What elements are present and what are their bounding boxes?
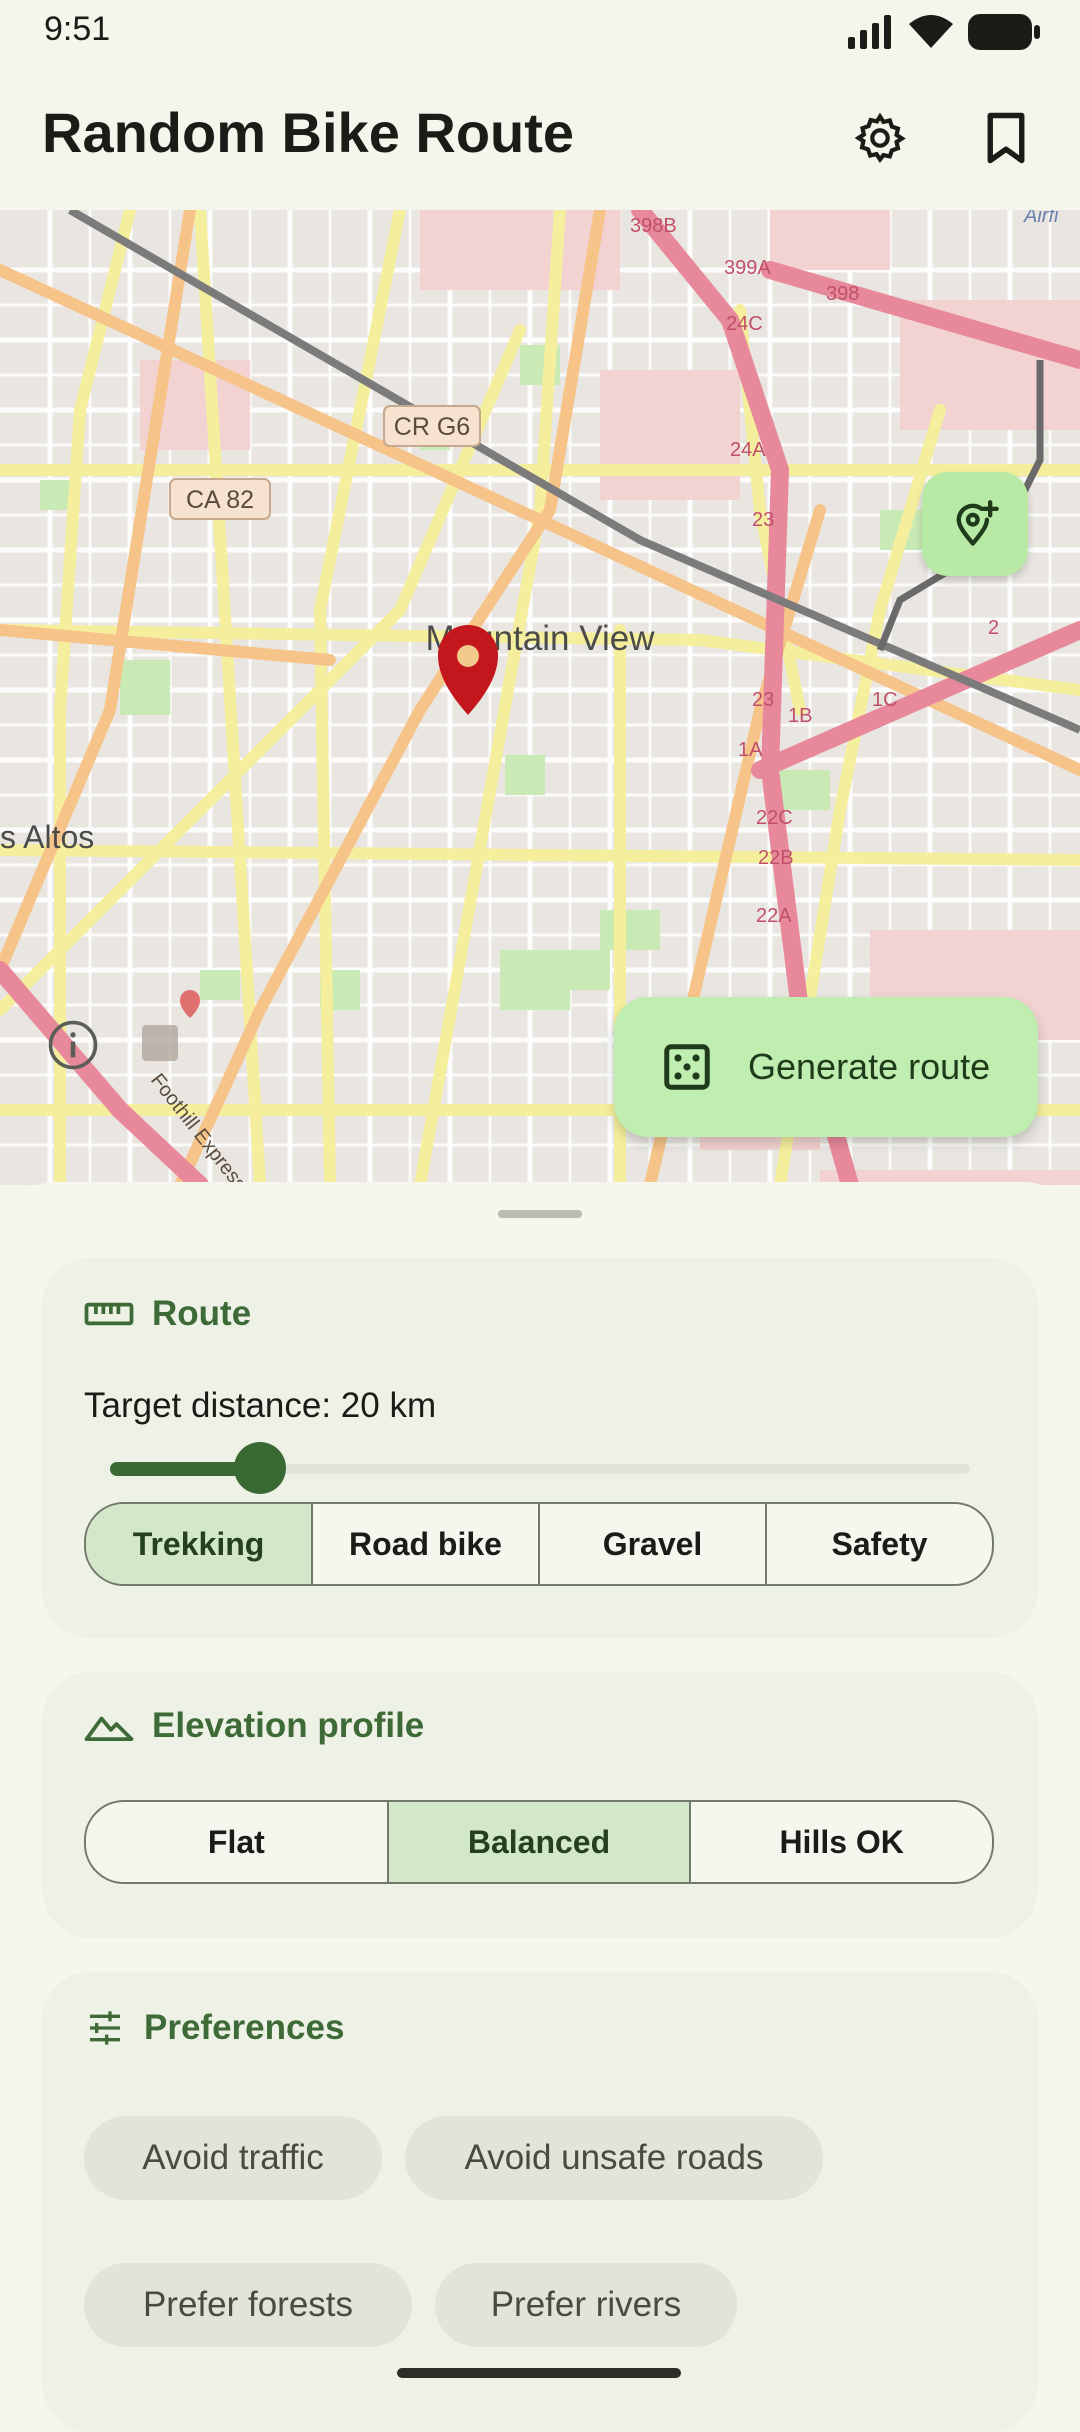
route-title: Route <box>152 1294 252 1333</box>
chip-avoid-unsafe-roads[interactable]: Avoid unsafe roads <box>405 2116 823 2200</box>
elevation-title: Elevation profile <box>152 1706 425 1745</box>
bike-type-trekking[interactable]: Trekking <box>86 1504 313 1584</box>
bike-type-selector: Trekking Road bike Gravel Safety <box>84 1502 994 1586</box>
generate-route-button[interactable]: Generate route <box>614 997 1038 1137</box>
map-label-398b: 398B <box>630 215 677 237</box>
map-label-398: 398 <box>826 283 859 305</box>
add-location-icon <box>956 500 999 546</box>
status-bar: 9:51 <box>0 0 1080 62</box>
map-marker-icon <box>142 1025 178 1061</box>
map-attribution-button[interactable] <box>46 1018 100 1072</box>
bookmark-icon <box>987 112 1025 164</box>
preferences-card-header: Preferences <box>84 2008 344 2048</box>
map-label-23a: 23 <box>752 509 774 531</box>
status-time: 9:51 <box>44 10 111 48</box>
generate-route-label: Generate route <box>748 1046 991 1087</box>
map-view[interactable]: CR G6 CA 82 Mountain View s Altos 398B 3… <box>0 210 1080 1185</box>
map-label-1a: 1A <box>738 739 763 761</box>
elevation-selector: Flat Balanced Hills OK <box>84 1800 994 1884</box>
tune-icon <box>90 2011 120 2045</box>
app-title: Random Bike Route <box>42 101 575 164</box>
chip-prefer-rivers[interactable]: Prefer rivers <box>435 2263 737 2347</box>
dice-icon <box>664 1044 710 1090</box>
preferences-title: Preferences <box>144 2008 345 2047</box>
wifi-icon <box>909 15 953 48</box>
map-label-22c: 22C <box>756 807 793 829</box>
map-label-24c: 24C <box>726 313 763 335</box>
preferences-card: Preferences Avoid traffic Avoid unsafe r… <box>42 1972 1038 2432</box>
terrain-icon <box>84 1716 134 1741</box>
map-label-24a: 24A <box>730 439 766 461</box>
target-distance-label: Target distance: 20 km <box>84 1386 437 1425</box>
map-label-22a: 22A <box>756 905 792 927</box>
app-bar: Random Bike Route <box>0 62 1080 210</box>
gesture-navigation-bar[interactable] <box>397 2368 681 2378</box>
bike-type-road-bike[interactable]: Road bike <box>313 1504 540 1584</box>
status-icons <box>846 12 1040 52</box>
bottom-sheet: Route Target distance: 20 km Trekking Ro… <box>0 1182 1080 2432</box>
map-label-2: 2 <box>988 617 999 639</box>
ruler-icon <box>84 1302 134 1326</box>
elevation-card-header: Elevation profile <box>84 1706 424 1746</box>
chip-avoid-traffic[interactable]: Avoid traffic <box>84 2116 382 2200</box>
gear-icon <box>854 112 906 164</box>
info-icon <box>48 1020 98 1070</box>
settings-button[interactable] <box>842 100 918 176</box>
map-label-22b: 22B <box>758 847 794 869</box>
slider-fill <box>110 1462 248 1476</box>
route-card-header: Route <box>84 1294 251 1334</box>
map-label-los-altos: s Altos <box>0 819 94 855</box>
bookmark-button[interactable] <box>968 100 1044 176</box>
map-label-ca-82: CA 82 <box>186 486 254 514</box>
elevation-balanced[interactable]: Balanced <box>388 1802 692 1882</box>
battery-icon <box>968 14 1040 50</box>
map-label-cr-g6: CR G6 <box>394 413 470 441</box>
bike-type-gravel[interactable]: Gravel <box>540 1504 767 1584</box>
drag-handle[interactable] <box>498 1210 582 1218</box>
map-label-airfield: Airfi <box>1023 210 1059 227</box>
route-card: Route Target distance: 20 km Trekking Ro… <box>42 1258 1038 1638</box>
elevation-hills-ok[interactable]: Hills OK <box>691 1802 992 1882</box>
map-label-1b: 1B <box>788 705 812 727</box>
chip-prefer-forests[interactable]: Prefer forests <box>84 2263 412 2347</box>
signal-icon <box>848 15 891 49</box>
elevation-flat[interactable]: Flat <box>86 1802 389 1882</box>
bike-type-safety[interactable]: Safety <box>767 1504 992 1584</box>
map-label-1c: 1C <box>872 689 898 711</box>
elevation-card: Elevation profile Flat Balanced Hills OK <box>42 1672 1038 1938</box>
map-label-399a: 399A <box>724 257 771 279</box>
slider-thumb[interactable] <box>233 1442 286 1494</box>
add-waypoint-button[interactable] <box>922 472 1028 576</box>
distance-slider[interactable] <box>110 1442 970 1494</box>
map-label-23b: 23 <box>752 689 774 711</box>
